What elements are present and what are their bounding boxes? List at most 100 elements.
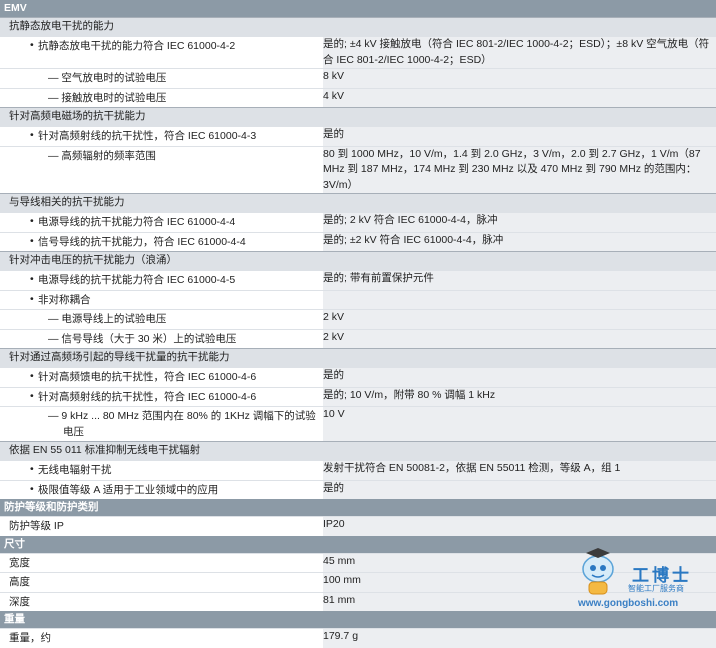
spec-label-cell: — 电源导线上的试验电压 xyxy=(0,309,323,329)
spec-value: 179.7 g xyxy=(323,628,716,648)
spec-row: 针对高频射线的抗干扰性，符合 IEC 61000-4-3 是的 xyxy=(0,126,716,146)
spec-label: 电源导线的抗干扰能力符合 IEC 61000-4-5 xyxy=(38,274,236,286)
spec-label-wrap: — 9 kHz ... 80 MHz 范围内在 80% 的 1KHz 调幅下的试… xyxy=(0,407,323,441)
spec-value: 2 kV xyxy=(323,309,716,329)
spec-value: 4 kV xyxy=(323,87,716,108)
spec-label-cell: 针对高频射线的抗干扰性，符合 IEC 61000-4-6 xyxy=(0,386,323,407)
spec-row: — 空气放电时的试验电压 8 kV xyxy=(0,68,716,88)
spec-label-wrap: 防护等级 IP xyxy=(0,517,323,536)
spec-row: 针对高频射线的抗干扰性，符合 IEC 61000-4-6 是的; 10 V/m，附… xyxy=(0,386,716,407)
spec-row: 针对高频馈电的抗干扰性，符合 IEC 61000-4-6 是的 xyxy=(0,367,716,387)
spec-label-cell: 重量，约 xyxy=(0,628,323,648)
spec-label-cell: 防护等级 IP xyxy=(0,516,323,536)
spec-row: — 高频辐射的频率范围 80 到 1000 MHz，10 V/m，1.4 到 2.… xyxy=(0,145,716,194)
spec-value: 80 到 1000 MHz，10 V/m，1.4 到 2.0 GHz，3 V/m… xyxy=(323,145,716,194)
group-title: 抗静态放电干扰的能力 xyxy=(0,17,716,37)
spec-value xyxy=(323,289,716,310)
spec-label-cell: 抗静态放电干扰的能力符合 IEC 61000-4-2 xyxy=(0,36,323,69)
spec-value: 是的 xyxy=(323,126,716,146)
group-header: 依据 EN 55 011 标准抑制无线电干扰辐射 xyxy=(0,441,716,461)
section-title: 尺寸 xyxy=(0,535,716,553)
group-header: 针对高频电磁场的抗干扰能力 xyxy=(0,107,716,127)
spec-value: 是的 xyxy=(323,367,716,387)
spec-label: 针对高频射线的抗干扰性，符合 IEC 61000-4-3 xyxy=(38,130,257,142)
spec-value: 81 mm xyxy=(323,591,716,611)
spec-label-cell: 宽度 xyxy=(0,552,323,573)
spec-label-wrap: 重量，约 xyxy=(0,629,323,648)
spec-label-wrap: 抗静态放电干扰的能力符合 IEC 61000-4-2 xyxy=(0,37,323,56)
section-title: 防护等级和防护类别 xyxy=(0,499,716,517)
section-header: 防护等级和防护类别 xyxy=(0,499,716,517)
spec-label-wrap: 非对称耦合 xyxy=(0,291,323,310)
spec-value: 8 kV xyxy=(323,68,716,88)
spec-label-cell: 无线电辐射干扰 xyxy=(0,460,323,480)
spec-value: 是的; 带有前置保护元件 xyxy=(323,270,716,290)
spec-table: EMV抗静态放电干扰的能力抗静态放电干扰的能力符合 IEC 61000-4-2 是… xyxy=(0,0,716,648)
spec-label-cell: — 空气放电时的试验电压 xyxy=(0,68,323,88)
spec-row: 电源导线的抗干扰能力符合 IEC 61000-4-5 是的; 带有前置保护元件 xyxy=(0,270,716,290)
spec-label: 宽度 xyxy=(9,556,30,569)
section-header: EMV xyxy=(0,0,716,18)
spec-label: — 电源导线上的试验电压 xyxy=(48,313,167,325)
spec-row: 高度 100 mm xyxy=(0,572,716,592)
spec-label-cell: 针对高频射线的抗干扰性，符合 IEC 61000-4-3 xyxy=(0,126,323,146)
spec-label-cell: — 接触放电时的试验电压 xyxy=(0,87,323,108)
spec-label-cell: 电源导线的抗干扰能力符合 IEC 61000-4-5 xyxy=(0,270,323,290)
spec-label-cell: 针对高频馈电的抗干扰性，符合 IEC 61000-4-6 xyxy=(0,367,323,387)
group-title: 针对冲击电压的抗干扰能力（浪涌） xyxy=(0,251,716,271)
spec-row: 深度 81 mm xyxy=(0,591,716,611)
spec-label-wrap: — 接触放电时的试验电压 xyxy=(0,89,323,108)
spec-label: — 信号导线（大于 30 米）上的试验电压 xyxy=(48,332,237,345)
spec-row: 极限值等级 A 适用于工业领域中的应用 是的 xyxy=(0,479,716,500)
group-title: 依据 EN 55 011 标准抑制无线电干扰辐射 xyxy=(0,441,716,461)
spec-label-wrap: 电源导线的抗干扰能力符合 IEC 61000-4-4 xyxy=(0,213,323,232)
spec-label-cell: — 高频辐射的频率范围 xyxy=(0,145,323,194)
spec-label: 抗静态放电干扰的能力符合 IEC 61000-4-2 xyxy=(38,40,236,52)
spec-value: 2 kV xyxy=(323,328,716,349)
spec-value: 45 mm xyxy=(323,552,716,573)
spec-label-wrap: — 电源导线上的试验电压 xyxy=(0,310,323,329)
spec-label: 防护等级 IP xyxy=(9,520,64,532)
spec-row: 信号导线的抗干扰能力，符合 IEC 61000-4-4 是的; ±2 kV 符合 … xyxy=(0,231,716,252)
spec-label-cell: 高度 xyxy=(0,572,323,592)
spec-label: 非对称耦合 xyxy=(38,293,91,306)
group-header: 针对冲击电压的抗干扰能力（浪涌） xyxy=(0,251,716,271)
spec-label-cell: 极限值等级 A 适用于工业领域中的应用 xyxy=(0,479,323,500)
spec-row: — 9 kHz ... 80 MHz 范围内在 80% 的 1KHz 调幅下的试… xyxy=(0,406,716,442)
spec-label: 深度 xyxy=(9,595,30,608)
spec-label: — 接触放电时的试验电压 xyxy=(48,91,167,104)
spec-label-wrap: — 信号导线（大于 30 米）上的试验电压 xyxy=(0,330,323,349)
spec-value: IP20 xyxy=(323,516,716,536)
spec-row: 防护等级 IP IP20 xyxy=(0,516,716,536)
group-title: 针对通过高频场引起的导线干扰量的抗干扰能力 xyxy=(0,348,716,368)
spec-row: — 电源导线上的试验电压 2 kV xyxy=(0,309,716,329)
spec-label-wrap: 针对高频馈电的抗干扰性，符合 IEC 61000-4-6 xyxy=(0,368,323,387)
group-header: 与导线相关的抗干扰能力 xyxy=(0,193,716,213)
section-header: 尺寸 xyxy=(0,535,716,553)
spec-label-wrap: 针对高频射线的抗干扰性，符合 IEC 61000-4-3 xyxy=(0,127,323,146)
spec-value: 是的; ±2 kV 符合 IEC 61000-4-4，脉冲 xyxy=(323,231,716,252)
spec-value: 是的 xyxy=(323,479,716,499)
spec-label: 电源导线的抗干扰能力符合 IEC 61000-4-4 xyxy=(38,216,236,228)
spec-row: 电源导线的抗干扰能力符合 IEC 61000-4-4 是的; 2 kV 符合 IE… xyxy=(0,212,716,232)
spec-label-wrap: 极限值等级 A 适用于工业领域中的应用 xyxy=(0,481,323,500)
spec-label-cell: — 9 kHz ... 80 MHz 范围内在 80% 的 1KHz 调幅下的试… xyxy=(0,406,323,442)
spec-label: — 9 kHz ... 80 MHz 范围内在 80% 的 1KHz 调幅下的试… xyxy=(48,410,316,438)
spec-row: — 接触放电时的试验电压 4 kV xyxy=(0,87,716,108)
spec-value: 是的; 2 kV 符合 IEC 61000-4-4，脉冲 xyxy=(323,212,716,232)
spec-label-wrap: 电源导线的抗干扰能力符合 IEC 61000-4-5 xyxy=(0,271,323,290)
spec-label-cell: 信号导线的抗干扰能力，符合 IEC 61000-4-4 xyxy=(0,231,323,252)
spec-label: 无线电辐射干扰 xyxy=(38,464,112,476)
spec-row: — 信号导线（大于 30 米）上的试验电压 2 kV xyxy=(0,328,716,349)
spec-row: 重量，约 179.7 g xyxy=(0,628,716,648)
spec-label: 高度 xyxy=(9,576,30,588)
spec-table-body: EMV抗静态放电干扰的能力抗静态放电干扰的能力符合 IEC 61000-4-2 是… xyxy=(0,0,716,648)
spec-row: 抗静态放电干扰的能力符合 IEC 61000-4-2 是的; ±4 kV 接触放电… xyxy=(0,36,716,69)
spec-value: 是的; ±4 kV 接触放电（符合 IEC 801-2/IEC 1000-4-2… xyxy=(323,36,716,69)
spec-label-wrap: 针对高频射线的抗干扰性，符合 IEC 61000-4-6 xyxy=(0,388,323,407)
spec-label-wrap: 宽度 xyxy=(0,554,323,573)
group-header: 针对通过高频场引起的导线干扰量的抗干扰能力 xyxy=(0,348,716,368)
spec-value: 10 V xyxy=(323,406,716,442)
spec-label: 重量，约 xyxy=(9,632,51,644)
group-header: 抗静态放电干扰的能力 xyxy=(0,17,716,37)
